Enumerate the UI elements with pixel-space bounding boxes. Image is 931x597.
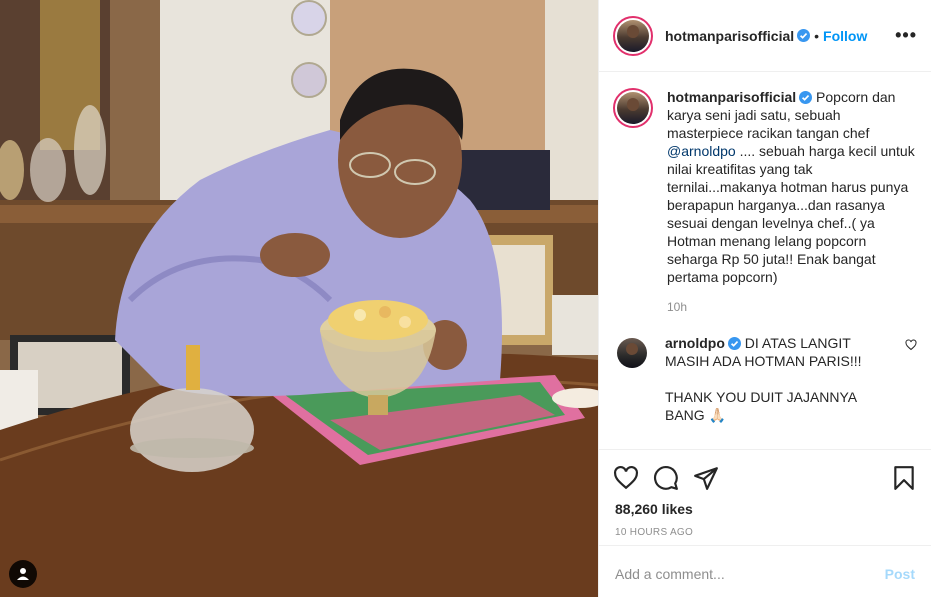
heart-icon[interactable] <box>613 465 639 491</box>
comment-icon[interactable] <box>653 465 679 491</box>
caption-age[interactable]: 10h <box>667 298 917 316</box>
post-image[interactable] <box>0 0 598 597</box>
caption-avatar[interactable] <box>613 88 653 128</box>
person-icon <box>17 568 29 580</box>
caption-comment: hotmanparisofficial Popcorn dan karya se… <box>613 88 917 316</box>
caption-username[interactable]: hotmanparisofficial <box>667 89 796 105</box>
caption-text: hotmanparisofficial Popcorn dan karya se… <box>667 88 917 286</box>
caption-body: hotmanparisofficial Popcorn dan karya se… <box>667 88 917 316</box>
reply-username[interactable]: arnoldpo <box>665 335 725 351</box>
share-icon[interactable] <box>693 465 719 491</box>
like-comment-heart-icon[interactable] <box>905 339 917 351</box>
post-header: hotmanparisofficial • Follow ••• <box>599 0 931 72</box>
user-tag-icon[interactable] <box>9 560 37 588</box>
verified-icon <box>797 29 811 42</box>
add-comment-input[interactable] <box>615 566 885 582</box>
post-timestamp[interactable]: 10 HOURS AGO <box>599 520 931 546</box>
post-side-panel: hotmanparisofficial • Follow ••• hotmanp… <box>598 0 931 597</box>
reply-line2: THANK YOU DUIT JAJANNYA BANG 🙏🏻 <box>665 389 857 423</box>
author-avatar[interactable] <box>613 15 653 56</box>
author-username[interactable]: hotmanparisofficial <box>665 28 794 44</box>
post-photo-illustration <box>0 0 598 597</box>
separator-dot: • <box>814 27 820 44</box>
verified-icon <box>727 337 741 350</box>
reply-avatar[interactable] <box>613 334 651 372</box>
reply-body: arnoldpo DI ATAS LANGIT MASIH ADA HOTMAN… <box>665 334 897 424</box>
comment-composer: Post <box>599 546 931 597</box>
follow-button[interactable]: Follow <box>823 28 867 44</box>
more-icon[interactable]: ••• <box>895 25 917 46</box>
reply-line1-wrap: arnoldpo DI ATAS LANGIT MASIH ADA HOTMAN… <box>665 334 897 370</box>
likes-count[interactable]: 88,260 likes <box>599 498 931 520</box>
action-bar <box>599 450 931 498</box>
comments-list[interactable]: hotmanparisofficial Popcorn dan karya se… <box>599 72 931 450</box>
bookmark-icon[interactable] <box>891 465 917 491</box>
reply-comment: arnoldpo DI ATAS LANGIT MASIH ADA HOTMAN… <box>613 334 917 424</box>
caption-mention-link[interactable]: @arnoldpo <box>667 143 736 159</box>
caption-text-part2: .... sebuah harga kecil untuk nilai krea… <box>667 143 915 285</box>
verified-icon <box>799 91 813 104</box>
post-comment-button[interactable]: Post <box>885 566 915 582</box>
author-info: hotmanparisofficial • Follow <box>665 28 867 44</box>
